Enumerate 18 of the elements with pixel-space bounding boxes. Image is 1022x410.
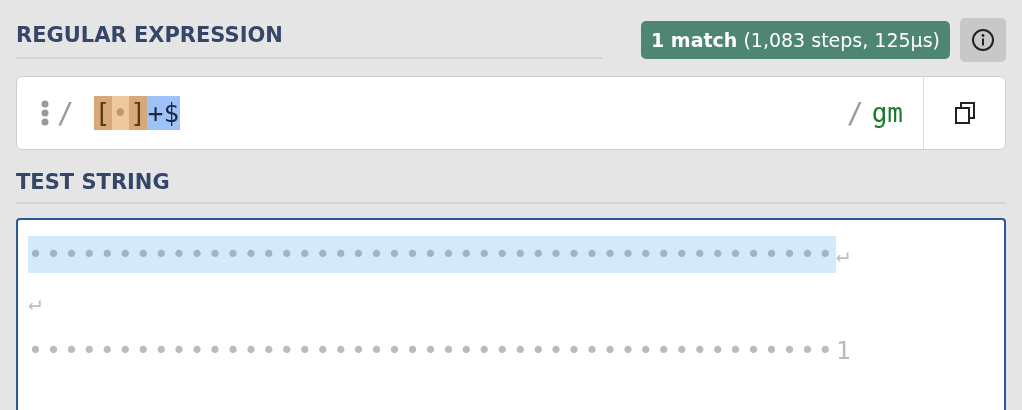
info-icon	[971, 28, 995, 52]
copy-icon	[953, 101, 976, 125]
newline-marker: ↵	[28, 289, 42, 315]
regex-delimiter: /	[846, 96, 864, 130]
info-button[interactable]	[960, 18, 1006, 62]
newline-marker: ↵	[835, 241, 850, 267]
test-text: •••••••••••••••••••••••••••••••••••••••••••••1	[28, 334, 854, 367]
regex-token: ]	[129, 96, 147, 130]
match-info-badge: 1 match (1,083 steps, 125µs)	[641, 21, 950, 59]
regex-delimiter: /	[57, 96, 74, 130]
regex-field[interactable]: / [•]+$ / gm	[16, 76, 1006, 150]
section-title: TEST STRING	[16, 170, 170, 194]
regex-token: [	[93, 96, 112, 130]
drag-handle-icon[interactable]	[41, 100, 49, 126]
regex-token: +$	[146, 96, 181, 130]
section-title: REGULAR EXPRESSION	[16, 21, 602, 59]
matched-text: •••••••••••••••••••••••••••••••••••••••••••••	[28, 235, 836, 273]
regex-flags[interactable]: gm	[871, 98, 903, 128]
